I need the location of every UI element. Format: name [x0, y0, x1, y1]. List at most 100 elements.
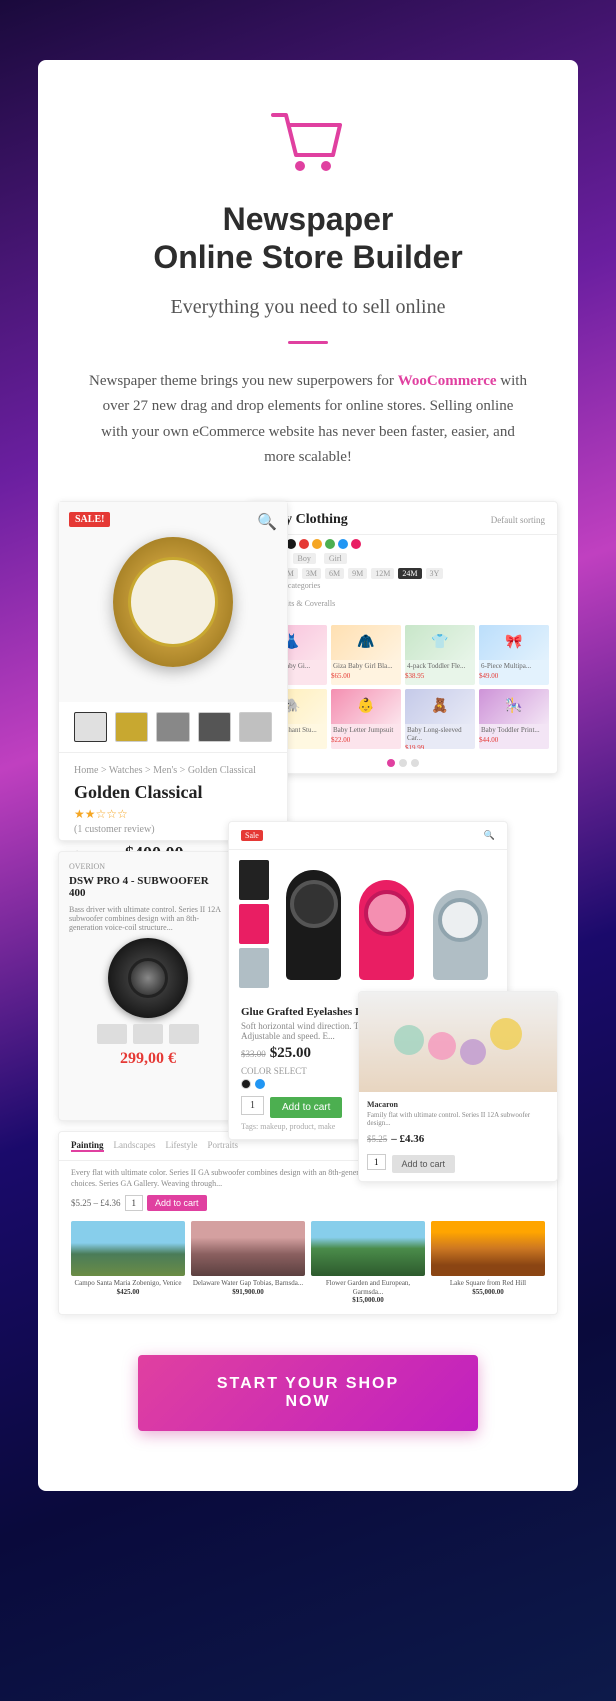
dot-1[interactable] — [387, 759, 395, 767]
search-icon[interactable]: 🔍 — [257, 512, 277, 532]
gender-boy[interactable]: Boy — [293, 553, 316, 564]
dot-3[interactable] — [411, 759, 419, 767]
product-name: Golden Classical — [74, 782, 272, 803]
color-green[interactable] — [325, 539, 335, 549]
grid-item-4[interactable]: 🎀 6-Piece Multipa... $49.00 — [479, 625, 549, 685]
gallery-cat-landscapes[interactable]: Landscapes — [114, 1140, 156, 1152]
watch-image-area: SALE! 🔍 — [59, 502, 287, 702]
fan-thumb-blue[interactable] — [239, 948, 269, 988]
grid-item-8[interactable]: 🎠 Baby Toddler Print... $44.00 — [479, 689, 549, 749]
color-orange[interactable] — [312, 539, 322, 549]
food-brand: Macaron — [367, 1100, 549, 1109]
color-blue[interactable] — [338, 539, 348, 549]
gallery-qty[interactable]: 1 — [125, 1195, 144, 1211]
size-12M[interactable]: 12M — [371, 568, 394, 579]
watch-product-card: SALE! 🔍 Home > Watches > Men's > Golden … — [58, 501, 288, 841]
macaron-pink — [428, 1032, 456, 1060]
gallery-item-4[interactable]: Lake Square from Red Hill $55,000.00 — [431, 1221, 545, 1304]
price-range-label: $5.25 – £4.36 — [71, 1198, 121, 1208]
macarons — [389, 1013, 527, 1070]
grid-item-label-2: Giza Baby Girl Bla... — [331, 660, 401, 672]
gallery-img-1 — [71, 1221, 185, 1276]
pagination-dots — [249, 753, 557, 773]
fan-sale-badge: Sale — [241, 830, 263, 841]
color-red[interactable] — [299, 539, 309, 549]
size-3Y[interactable]: 3Y — [426, 568, 444, 579]
watch-face — [128, 557, 218, 647]
grid-item-6[interactable]: 👶 Baby Letter Jumpsuit $22.00 — [331, 689, 401, 749]
food-add-button[interactable]: Add to cart — [392, 1155, 456, 1173]
gallery-price-2: $91,900.00 — [191, 1288, 305, 1296]
fan-thumb-dark[interactable] — [239, 860, 269, 900]
clothing-filter[interactable]: Default sorting — [491, 515, 545, 525]
gallery-img-2 — [191, 1221, 305, 1276]
cta-section: START YOUR SHOP NOW — [38, 1315, 578, 1441]
fan-add-to-cart-button[interactable]: Add to cart — [270, 1097, 342, 1118]
watch-thumb-3[interactable] — [156, 712, 189, 742]
food-desc: Family flat with ultimate control. Serie… — [367, 1111, 549, 1127]
speaker-thumb-1[interactable] — [97, 1024, 127, 1044]
gender-girl[interactable]: Girl — [324, 553, 347, 564]
speaker-thumb-3[interactable] — [169, 1024, 199, 1044]
speaker-title: DSW PRO 4 - SUBWOOFER 400 — [69, 875, 227, 899]
gallery-cat-portraits[interactable]: Portraits — [208, 1140, 239, 1152]
grid-item-img-6: 👶 — [331, 689, 401, 724]
watch-thumb-1[interactable] — [74, 712, 107, 742]
star-rating: ★★☆☆☆ — [74, 807, 272, 822]
gallery-item-1[interactable]: Campo Santa Maria Zobenigo, Venice $425.… — [71, 1221, 185, 1304]
fan-quantity[interactable]: 1 — [241, 1096, 264, 1115]
gallery-caption-1: Campo Santa Maria Zobenigo, Venice — [71, 1279, 185, 1287]
grid-item-3[interactable]: 👕 4-pack Toddler Fle... $38.95 — [405, 625, 475, 685]
sale-badge: SALE! — [69, 512, 110, 527]
gallery-cat-lifestyle[interactable]: Lifestyle — [166, 1140, 198, 1152]
fan-price-new: $25.00 — [270, 1045, 311, 1061]
color-option-blue[interactable] — [255, 1079, 265, 1089]
food-qty[interactable]: 1 — [367, 1154, 386, 1170]
grid-item-img-2: 🧥 — [331, 625, 401, 660]
size-6M[interactable]: 6M — [325, 568, 344, 579]
fan-search-icon[interactable]: 🔍 — [484, 830, 495, 841]
start-shop-button[interactable]: START YOUR SHOP NOW — [138, 1355, 478, 1431]
row1: SALE! 🔍 Home > Watches > Men's > Golden … — [38, 501, 578, 841]
color-pink[interactable] — [351, 539, 361, 549]
screenshots-wrapper: SALE! 🔍 Home > Watches > Men's > Golden … — [38, 501, 578, 1315]
main-title: Newspaper Online Store Builder — [78, 200, 538, 277]
gallery-item-3[interactable]: Flower Garden and European, Garmsda... $… — [311, 1221, 425, 1304]
gallery-add-button[interactable]: Add to cart — [147, 1195, 207, 1211]
watch-thumb-4[interactable] — [198, 712, 231, 742]
size-9M[interactable]: 9M — [348, 568, 367, 579]
grid-item-img-8: 🎠 — [479, 689, 549, 724]
gallery-cat-painting[interactable]: Painting — [71, 1140, 104, 1152]
speaker-thumb-2[interactable] — [133, 1024, 163, 1044]
watch-main-image — [113, 537, 233, 667]
watch-thumb-2[interactable] — [115, 712, 148, 742]
grid-item-label-8: Baby Toddler Print... — [479, 724, 549, 736]
speaker-desc: Bass driver with ultimate control. Serie… — [69, 905, 227, 932]
color-option-black[interactable] — [241, 1079, 251, 1089]
speaker-thumbs — [69, 1024, 227, 1044]
speaker-product-card: OVERION DSW PRO 4 - SUBWOOFER 400 Bass d… — [58, 851, 238, 1121]
woocommerce-highlight: WooCommerce — [398, 373, 497, 389]
macaron-yellow — [490, 1018, 522, 1050]
grid-item-price-8: $44.00 — [479, 736, 549, 744]
dot-2[interactable] — [399, 759, 407, 767]
grid-item-price-3: $38.95 — [405, 672, 475, 680]
size-24M[interactable]: 24M — [398, 568, 421, 579]
grid-item-img-7: 🧸 — [405, 689, 475, 724]
fan-thumb-pink[interactable] — [239, 904, 269, 944]
grid-item-2[interactable]: 🧥 Giza Baby Girl Bla... $65.00 — [331, 625, 401, 685]
gallery-price-1: $425.00 — [71, 1288, 185, 1296]
grid-item-label-7: Baby Long-sleeved Car... — [405, 724, 475, 744]
grid-item-label-6: Baby Letter Jumpsuit — [331, 724, 401, 736]
gallery-grid: Campo Santa Maria Zobenigo, Venice $425.… — [59, 1215, 557, 1314]
gallery-item-2[interactable]: Delaware Water Gap Tobias, Barnsda... $9… — [191, 1221, 305, 1304]
food-add-row: 1 Add to cart — [367, 1151, 549, 1173]
size-3M[interactable]: 3M — [302, 568, 321, 579]
watch-thumbnails — [59, 702, 287, 753]
gallery-img-3 — [311, 1221, 425, 1276]
watch-thumb-5[interactable] — [239, 712, 272, 742]
speaker-brand: OVERION — [69, 862, 227, 871]
grid-item-7[interactable]: 🧸 Baby Long-sleeved Car... $19.99 — [405, 689, 475, 749]
cart-icon — [268, 110, 348, 180]
main-card: Newspaper Online Store Builder Everythin… — [38, 60, 578, 1491]
